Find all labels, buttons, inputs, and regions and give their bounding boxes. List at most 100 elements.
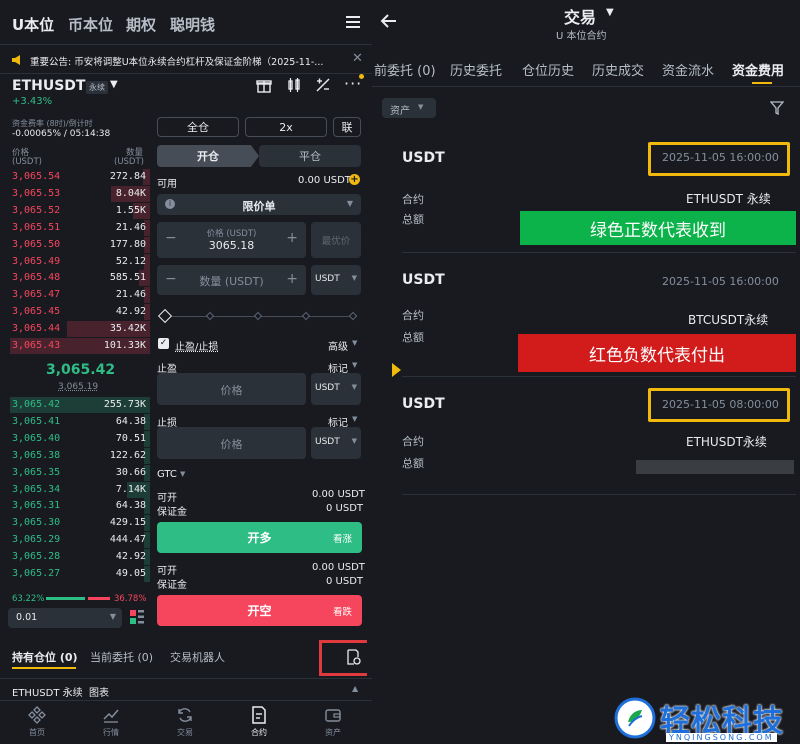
record-time: 2025-11-05 16:00:00	[662, 275, 779, 288]
order-type-select[interactable]: i 限价单 ▼	[157, 194, 361, 215]
chevron-down-icon[interactable]: ▼	[110, 79, 118, 90]
ask-row[interactable]: 3,065.48 585.51	[0, 270, 150, 287]
notification-dot	[359, 74, 364, 79]
plus-icon[interactable]: +	[286, 230, 298, 246]
tab-trading-bots[interactable]: 交易机器人	[170, 649, 225, 665]
order-quantity: 42.92	[115, 306, 146, 318]
record-divider	[402, 494, 796, 495]
tab-open-orders[interactable]: 当前委托 (0)	[90, 649, 153, 665]
ask-row[interactable]: 3,065.49 52.12	[0, 253, 150, 271]
open-short-button[interactable]: 开空 看跌	[157, 595, 362, 626]
menu-icon[interactable]	[346, 16, 360, 28]
stop-loss-input[interactable]: 价格	[157, 427, 306, 459]
tick-size-select[interactable]: 0.01 ▼	[8, 608, 122, 628]
close-icon[interactable]: ✕	[352, 51, 363, 66]
order-price: 3,065.49	[12, 255, 61, 267]
tab-order-history[interactable]: 历史委托	[450, 60, 502, 79]
margin-value: 0 USDT	[326, 503, 364, 514]
candlestick-icon[interactable]	[286, 77, 302, 93]
nav-assets[interactable]: 资产	[296, 706, 370, 738]
order-quantity: 21.46	[115, 289, 146, 301]
nav-markets[interactable]: 行情	[74, 706, 148, 738]
tab-options[interactable]: 期权	[126, 14, 156, 35]
nav-trade[interactable]: 交易	[148, 706, 222, 738]
open-long-button[interactable]: 开多 看涨	[157, 522, 362, 553]
order-history-icon[interactable]	[345, 649, 361, 665]
ask-row[interactable]: 3,065.54 272.84	[0, 169, 150, 186]
tp-unit-select[interactable]: USDT ▼	[311, 373, 361, 405]
tab-trade-history[interactable]: 历史成交	[592, 60, 644, 79]
bid-row[interactable]: 3,065.41 64.38	[0, 413, 150, 431]
price-input[interactable]: − 价格 (USDT) 3065.18 +	[157, 222, 306, 258]
can-open-short-value: 0.00 USDT	[312, 562, 365, 573]
symbol-name[interactable]: ETHUSDT	[12, 78, 85, 94]
tab-smart-money[interactable]: 聪明钱	[170, 14, 215, 35]
bid-row[interactable]: 3,065.30 429.15	[0, 515, 150, 532]
ask-row[interactable]: 3,065.53 8.04K	[0, 185, 150, 203]
back-arrow-icon[interactable]	[380, 13, 398, 29]
page-title[interactable]: 交易	[564, 4, 596, 28]
mid-price[interactable]: 3,065.42	[46, 362, 115, 378]
ask-row[interactable]: 3,065.52 1.55K	[0, 202, 150, 220]
bid-row[interactable]: 3,065.28 42.92	[0, 549, 150, 566]
quantity-unit-select[interactable]: USDT ▼	[311, 265, 361, 295]
chart-row[interactable]: ETHUSDT 永续 图表 ▲	[0, 678, 372, 700]
joint-margin-button[interactable]: 联	[333, 117, 361, 137]
time-in-force-select[interactable]: GTC	[157, 469, 177, 480]
gift-icon[interactable]	[256, 77, 272, 93]
bid-row[interactable]: 3,065.40 70.51	[0, 430, 150, 448]
filter-icon[interactable]	[770, 101, 784, 115]
asset-filter[interactable]: 资产 ▼	[382, 98, 436, 118]
order-quantity: 101.33K	[103, 340, 146, 351]
tab-position-history[interactable]: 仓位历史	[522, 60, 574, 79]
orderbook-layout-icon[interactable]	[130, 610, 144, 624]
tpsl-checkbox[interactable]: ✓	[158, 338, 169, 349]
open-long-label: 开多	[247, 531, 272, 545]
nav-futures[interactable]: 合约	[222, 706, 296, 738]
ask-row[interactable]: 3,065.47 21.46	[0, 287, 150, 304]
tab-funding-fee[interactable]: 资金费用	[732, 60, 784, 79]
bid-row[interactable]: 3,065.38 122.62	[0, 447, 150, 465]
leverage-button[interactable]: 2x	[245, 117, 327, 137]
bbo-button[interactable]: 最优价	[311, 222, 361, 258]
bid-row[interactable]: 3,065.31 64.38	[0, 498, 150, 515]
bid-row[interactable]: 3,065.34 7.14K	[0, 481, 150, 499]
order-price: 3,065.43	[12, 340, 61, 351]
slider-handle[interactable]	[157, 308, 173, 324]
bid-row[interactable]: 3,065.29 444.47	[0, 532, 150, 549]
ask-row[interactable]: 3,065.44 35.42K	[0, 321, 150, 338]
ask-row[interactable]: 3,065.45 42.92	[0, 304, 150, 321]
can-open-value: 0.00 USDT	[312, 489, 365, 500]
order-price: 3,065.47	[12, 289, 61, 301]
tab-transaction-history[interactable]: 资金流水	[662, 60, 714, 79]
ask-row[interactable]: 3,065.50 177.80	[0, 236, 150, 254]
order-price: 3,065.48	[12, 272, 61, 284]
ask-row[interactable]: 3,065.51 21.46	[0, 219, 150, 237]
tp-unit-value: USDT	[315, 383, 340, 393]
margin-mode-button[interactable]: 全仓	[157, 117, 239, 137]
green-annotation: 绿色正数代表收到	[520, 211, 796, 245]
order-quantity: 52.12	[115, 255, 146, 267]
announcement-bar[interactable]: 重要公告: 币安将调整U本位永续合约杠杆及保证金阶梯（2025-11-... ✕	[0, 44, 372, 74]
bid-row[interactable]: 3,065.42 255.73K	[0, 397, 150, 414]
quantity-input[interactable]: − 数量 (USDT) +	[157, 265, 306, 295]
calculator-icon[interactable]	[315, 77, 331, 93]
open-position-tab[interactable]: 开仓	[157, 145, 259, 167]
tab-positions[interactable]: 持有仓位 (0)	[12, 649, 78, 665]
tab-open-orders[interactable]: 前委托 (0)	[374, 60, 436, 79]
can-open-label: 可开	[157, 493, 177, 504]
record-amount-label: 总额	[402, 213, 424, 226]
bid-row[interactable]: 3,065.27 49.05	[0, 566, 150, 583]
plus-icon[interactable]: +	[286, 271, 298, 287]
ask-row[interactable]: 3,065.43 101.33K	[0, 338, 150, 355]
transfer-icon[interactable]: +	[349, 174, 360, 185]
sl-unit-select[interactable]: USDT ▼	[311, 427, 361, 459]
close-position-tab[interactable]: 平仓	[259, 145, 361, 167]
tab-usdt-m[interactable]: U本位	[12, 14, 54, 35]
tab-coin-m[interactable]: 币本位	[68, 14, 113, 35]
nav-home[interactable]: 首页	[0, 706, 74, 738]
chevron-down-icon[interactable]: ▼	[606, 7, 614, 18]
bid-row[interactable]: 3,065.35 30.66	[0, 464, 150, 482]
advanced-select[interactable]: 高级	[328, 338, 348, 353]
take-profit-input[interactable]: 价格	[157, 373, 306, 405]
